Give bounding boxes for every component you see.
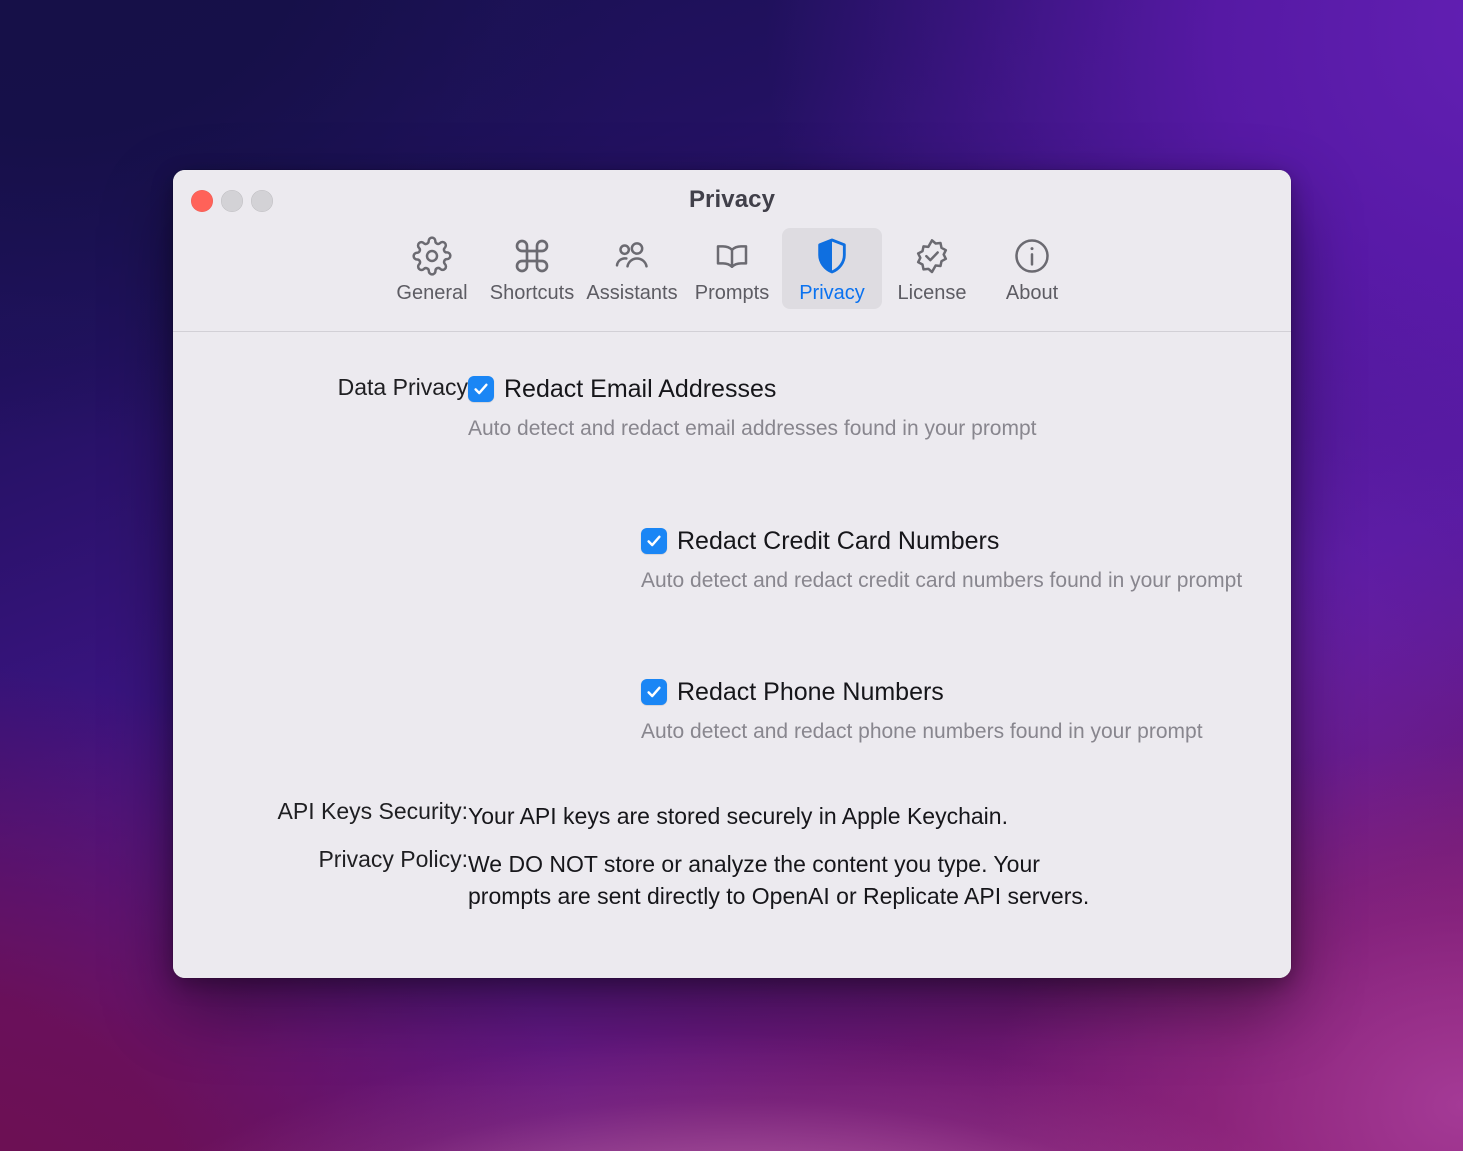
- tab-privacy[interactable]: Privacy: [782, 228, 882, 309]
- window-title: Privacy: [688, 186, 776, 213]
- redact-phone-checkbox[interactable]: [641, 679, 667, 706]
- tab-general[interactable]: General: [382, 228, 482, 309]
- desktop-wallpaper: Privacy General Shortcuts Assistants Pro…: [0, 0, 1463, 1151]
- tab-license[interactable]: License: [882, 228, 982, 309]
- redact-email-label: Redact Email Addresses: [504, 375, 777, 403]
- preferences-toolbar: General Shortcuts Assistants Prompts Pri…: [173, 228, 1291, 309]
- preferences-window: Privacy General Shortcuts Assistants Pro…: [173, 170, 1291, 978]
- checkmark-icon: [647, 535, 661, 547]
- privacy-settings-panel: Data Privacy Redact Email Addresses Auto…: [173, 332, 1291, 978]
- tab-about[interactable]: About: [982, 228, 1082, 309]
- tab-general-label: General: [396, 282, 468, 304]
- command-icon: [512, 236, 552, 276]
- redact-credit-card-label: Redact Credit Card Numbers: [677, 527, 1000, 555]
- api-keys-security-row: API Keys Security: Your API keys are sto…: [173, 800, 1291, 832]
- setting-row-redact-credit-card: Redact Credit Card Numbers Auto detect a…: [641, 528, 1242, 595]
- badge-check-icon: [912, 236, 952, 276]
- api-keys-security-label: API Keys Security:: [277, 798, 468, 824]
- data-privacy-label: Data Privacy: [337, 374, 468, 400]
- tab-prompts-label: Prompts: [694, 282, 770, 304]
- privacy-policy-label: Privacy Policy:: [318, 846, 468, 872]
- privacy-policy-value: We DO NOT store or analyze the content y…: [468, 851, 1090, 910]
- tab-about-label: About: [1005, 282, 1059, 304]
- book-icon: [712, 236, 752, 276]
- api-keys-security-value: Your API keys are stored securely in App…: [468, 803, 1008, 829]
- checkmark-icon: [647, 686, 661, 698]
- redact-credit-card-help: Auto detect and redact credit card numbe…: [641, 569, 1243, 593]
- redact-phone-label: Redact Phone Numbers: [677, 678, 944, 706]
- tab-assistants-label: Assistants: [586, 282, 678, 304]
- privacy-policy-row: Privacy Policy: We DO NOT store or analy…: [173, 848, 1291, 912]
- redact-credit-card-checkbox-row[interactable]: Redact Credit Card Numbers: [641, 528, 1242, 554]
- window-titlebar: Privacy General Shortcuts Assistants Pro…: [173, 170, 1291, 332]
- tab-shortcuts[interactable]: Shortcuts: [482, 228, 582, 309]
- tab-shortcuts-label: Shortcuts: [489, 282, 575, 304]
- redact-email-help: Auto detect and redact email addresses f…: [468, 417, 1037, 441]
- gear-icon: [412, 236, 452, 276]
- tab-assistants[interactable]: Assistants: [582, 228, 682, 309]
- info-icon: [1012, 236, 1052, 276]
- checkmark-icon: [474, 383, 488, 395]
- redact-email-checkbox-row[interactable]: Redact Email Addresses: [468, 376, 1291, 402]
- setting-row-redact-phone: Redact Phone Numbers Auto detect and red…: [641, 679, 1203, 746]
- setting-row-redact-email: Data Privacy Redact Email Addresses Auto…: [173, 376, 1291, 443]
- redact-phone-help: Auto detect and redact phone numbers fou…: [641, 720, 1203, 744]
- tab-license-label: License: [897, 282, 967, 304]
- redact-phone-checkbox-row[interactable]: Redact Phone Numbers: [641, 679, 1203, 705]
- redact-email-checkbox[interactable]: [468, 376, 494, 403]
- people-icon: [612, 236, 652, 276]
- tab-prompts[interactable]: Prompts: [682, 228, 782, 309]
- shield-icon: [812, 236, 852, 276]
- redact-credit-card-checkbox[interactable]: [641, 528, 667, 555]
- tab-privacy-label: Privacy: [799, 282, 865, 304]
